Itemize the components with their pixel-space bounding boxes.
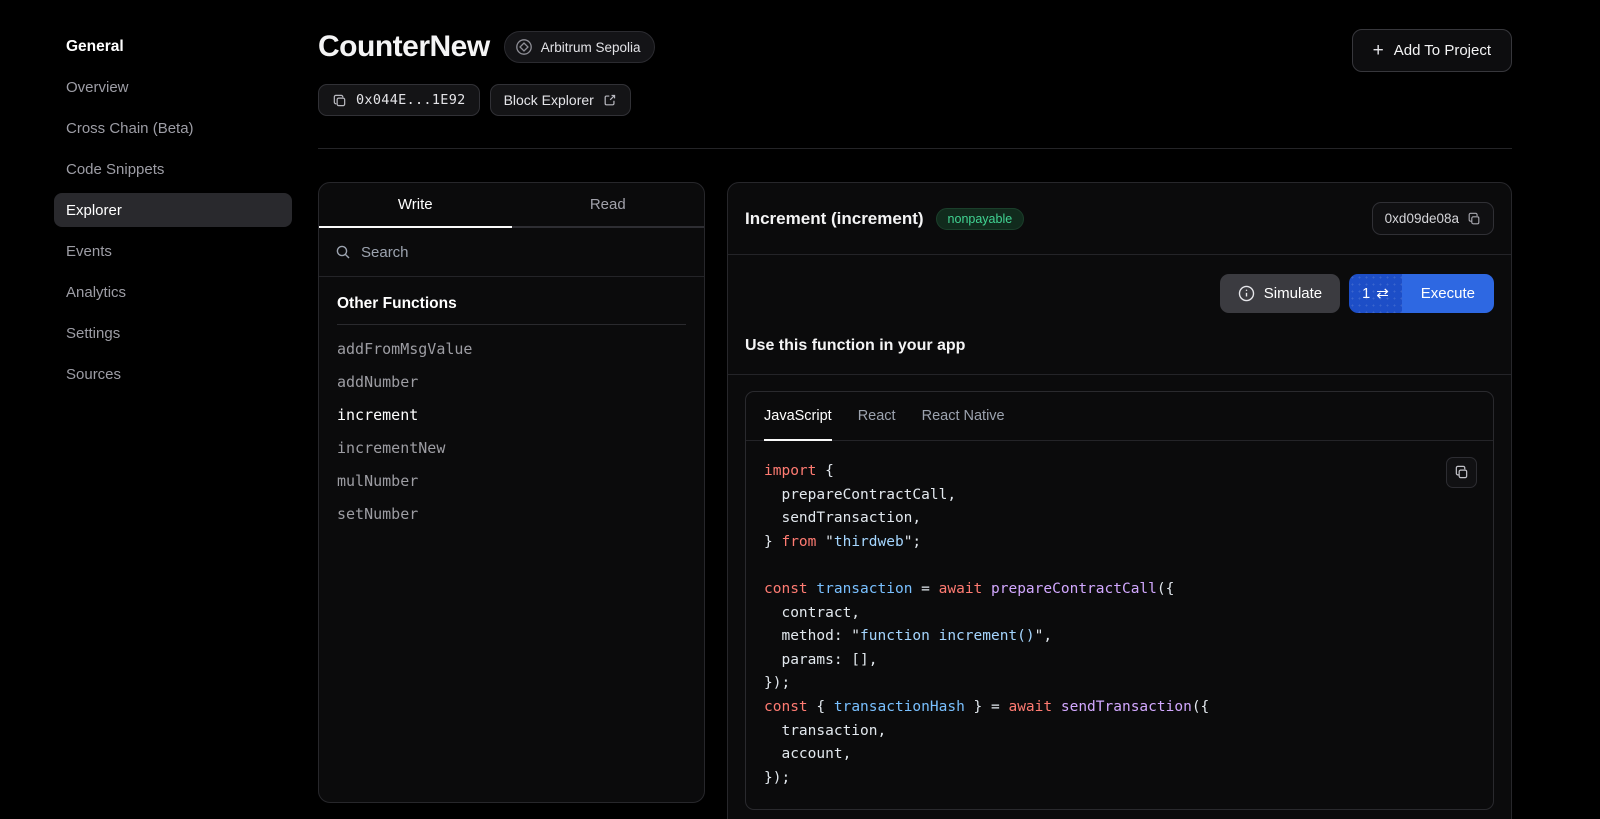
code-language-tabs: JavaScript React React Native — [746, 392, 1493, 441]
code-area: import { prepareContractCall, sendTransa… — [746, 441, 1493, 809]
contract-explorer-page: General Overview Cross Chain (Beta) Code S… — [0, 0, 1600, 819]
code-line: }); — [764, 767, 1475, 791]
function-title: Increment (increment) — [745, 209, 924, 229]
function-item-addFromMsgValue[interactable]: addFromMsgValue — [337, 333, 686, 366]
function-item-mulNumber[interactable]: mulNumber — [337, 465, 686, 498]
copy-icon — [332, 93, 347, 108]
usage-heading: Use this function in your app — [728, 332, 1511, 374]
copy-icon — [1467, 212, 1481, 226]
sidebar-item-cross-chain-beta[interactable]: Cross Chain (Beta) — [54, 111, 292, 145]
code-snippet-panel: JavaScript React React Native import { pre… — [745, 391, 1494, 810]
contract-address-button[interactable]: 0x044E...1E92 — [318, 84, 480, 116]
function-actions-row: Simulate 1 ⇄ Execute — [728, 255, 1511, 332]
function-item-setNumber[interactable]: setNumber — [337, 498, 686, 531]
sidebar-section-title: General — [54, 30, 292, 64]
read-write-tabbar: WriteRead — [319, 183, 704, 228]
code-line — [764, 554, 1475, 578]
contract-header: CounterNew Arbitrum Sepolia — [318, 30, 655, 64]
sidebar-item-overview[interactable]: Overview — [54, 70, 292, 104]
code-tab-javascript[interactable]: JavaScript — [764, 392, 832, 441]
contract-address: 0x044E...1E92 — [356, 92, 466, 108]
copy-code-button[interactable] — [1446, 457, 1477, 488]
function-detail-header: Increment (increment) nonpayable 0xd09de… — [728, 183, 1511, 255]
simulate-label: Simulate — [1264, 285, 1322, 302]
code-line: }); — [764, 672, 1475, 696]
block-explorer-label: Block Explorer — [504, 92, 594, 108]
sidebar-nav: Overview Cross Chain (Beta) Code Snippets E… — [54, 70, 292, 391]
transaction-queue-button[interactable]: 1 ⇄ — [1349, 274, 1402, 313]
info-icon — [1238, 285, 1255, 302]
function-item-addNumber[interactable]: addNumber — [337, 366, 686, 399]
tab-read[interactable]: Read — [512, 183, 705, 228]
network-badge[interactable]: Arbitrum Sepolia — [504, 31, 656, 63]
functions-list: addFromMsgValueaddNumberincrementincreme… — [337, 333, 686, 531]
execute-button[interactable]: Execute — [1402, 274, 1494, 313]
queue-count: 1 — [1362, 286, 1370, 302]
function-selector-button[interactable]: 0xd09de08a — [1372, 202, 1494, 235]
network-badge-label: Arbitrum Sepolia — [541, 40, 641, 55]
add-to-project-label: Add To Project — [1394, 42, 1491, 59]
code-line: sendTransaction, — [764, 507, 1475, 531]
functions-group-title: Other Functions — [337, 295, 686, 325]
code-tab-react-native[interactable]: React Native — [922, 392, 1005, 441]
function-selector: 0xd09de08a — [1385, 211, 1459, 226]
contract-meta-row: 0x044E...1E92 Block Explorer — [318, 84, 631, 116]
functions-list-section: Other Functions addFromMsgValueaddNumber… — [319, 277, 704, 531]
header-divider — [318, 148, 1512, 149]
sidebar-item-events[interactable]: Events — [54, 234, 292, 268]
mutability-badge: nonpayable — [936, 208, 1025, 230]
sidebar-item-analytics[interactable]: Analytics — [54, 275, 292, 309]
execute-split-button: 1 ⇄ Execute — [1349, 274, 1494, 313]
external-link-icon — [603, 93, 617, 107]
code-line: import { — [764, 460, 1475, 484]
search-icon — [335, 244, 351, 260]
copy-icon — [1454, 465, 1469, 480]
add-to-project-button[interactable]: + Add To Project — [1352, 29, 1512, 72]
code-line: params: [], — [764, 649, 1475, 673]
network-icon — [515, 38, 533, 56]
code-tab-react[interactable]: React — [858, 392, 896, 441]
code-line: prepareContractCall, — [764, 484, 1475, 508]
code-line: account, — [764, 743, 1475, 767]
sidebar: General Overview Cross Chain (Beta) Code S… — [54, 30, 292, 398]
code-line: transaction, — [764, 720, 1475, 744]
code-line: } from "thirdweb"; — [764, 531, 1475, 555]
code-line: method: "function increment()", — [764, 625, 1475, 649]
sidebar-item-sources[interactable]: Sources — [54, 357, 292, 391]
code-line: const transaction = await prepareContrac… — [764, 578, 1475, 602]
tab-write[interactable]: Write — [319, 183, 512, 228]
code-block: import { prepareContractCall, sendTransa… — [764, 460, 1475, 790]
usage-divider — [728, 374, 1511, 375]
sidebar-item-explorer[interactable]: Explorer — [54, 193, 292, 227]
block-explorer-button[interactable]: Block Explorer — [490, 84, 631, 116]
function-item-incrementNew[interactable]: incrementNew — [337, 432, 686, 465]
sidebar-item-settings[interactable]: Settings — [54, 316, 292, 350]
explorer-content: WriteRead Other Functions addFromMsgValu… — [318, 182, 1512, 819]
function-search-box[interactable] — [319, 228, 704, 277]
function-detail-panel: Increment (increment) nonpayable 0xd09de… — [727, 182, 1512, 819]
sidebar-item-code-snippets[interactable]: Code Snippets — [54, 152, 292, 186]
swap-arrows-icon: ⇄ — [1376, 286, 1389, 301]
code-line: const { transactionHash } = await sendTr… — [764, 696, 1475, 720]
main-content: CounterNew Arbitrum Sepolia 0x044E...1E9… — [318, 0, 1512, 819]
functions-panel: WriteRead Other Functions addFromMsgValu… — [318, 182, 705, 803]
simulate-button[interactable]: Simulate — [1220, 274, 1340, 313]
plus-icon: + — [1373, 41, 1384, 60]
code-line: contract, — [764, 602, 1475, 626]
page-title: CounterNew — [318, 30, 490, 64]
function-item-increment[interactable]: increment — [337, 399, 686, 432]
search-input[interactable] — [361, 244, 688, 261]
